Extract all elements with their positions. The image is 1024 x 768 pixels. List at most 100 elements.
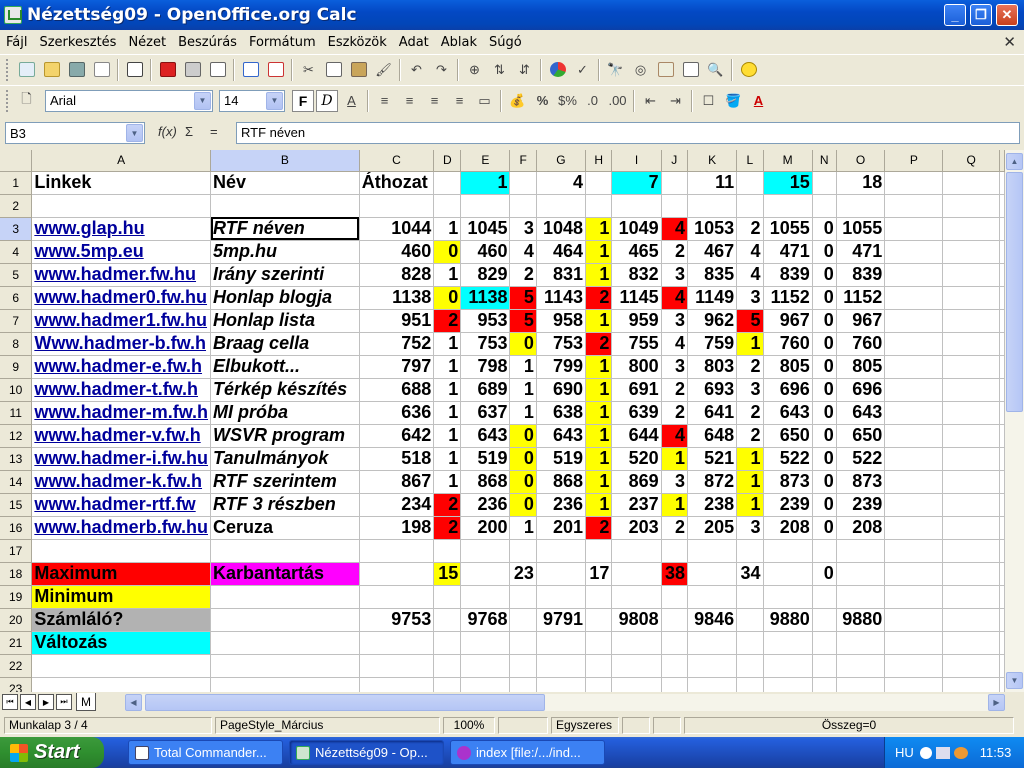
cell-O6[interactable]: 1152 [836, 286, 886, 310]
cell-P20[interactable] [884, 608, 944, 632]
column-header[interactable]: E [460, 150, 511, 172]
cell-I18[interactable] [611, 562, 662, 586]
decrease-indent-icon[interactable]: ⇤ [639, 89, 662, 112]
name-box[interactable]: B3 ▼ [5, 122, 145, 144]
cell-N12[interactable]: 0 [812, 424, 837, 448]
cell-E8[interactable]: 753 [460, 332, 511, 356]
cell-F4[interactable]: 4 [509, 240, 537, 264]
cell-G18[interactable] [536, 562, 587, 586]
increase-indent-icon[interactable]: ⇥ [664, 89, 687, 112]
cell-G9[interactable]: 799 [536, 355, 587, 379]
cell-I8[interactable]: 755 [611, 332, 662, 356]
cell-D4[interactable]: 0 [433, 240, 462, 264]
row-header[interactable]: 13 [0, 447, 33, 471]
column-header[interactable]: B [210, 150, 360, 172]
cell-P8[interactable] [884, 332, 944, 356]
cell-Q12[interactable] [942, 424, 1000, 448]
status-selection-mode[interactable]: Egyszeres [551, 716, 619, 734]
cell-A20[interactable]: Számláló? [31, 608, 212, 632]
cell-F22[interactable] [509, 654, 537, 678]
styles-icon[interactable]: 🗋 [15, 89, 38, 112]
cell-C11[interactable]: 636 [359, 401, 435, 425]
cell-F14[interactable]: 0 [509, 470, 537, 494]
cell-B23[interactable] [210, 677, 360, 692]
cell-A13[interactable]: www.hadmer-i.fw.hu [31, 447, 212, 471]
row-header[interactable]: 1 [0, 171, 33, 195]
cell-I20[interactable]: 9808 [611, 608, 662, 632]
cell-N15[interactable]: 0 [812, 493, 837, 517]
cell-D15[interactable]: 2 [433, 493, 462, 517]
toolbar-grip[interactable] [6, 89, 10, 112]
cell-H1[interactable] [585, 171, 613, 195]
cell-F2[interactable] [509, 194, 537, 218]
status-zoom[interactable]: 100% [443, 716, 495, 734]
cell-H19[interactable] [585, 585, 613, 609]
cell-I6[interactable]: 1145 [611, 286, 662, 310]
cell-I4[interactable]: 465 [611, 240, 662, 264]
cell-K5[interactable]: 835 [687, 263, 738, 287]
cell-D9[interactable]: 1 [433, 355, 462, 379]
cell-P23[interactable] [884, 677, 944, 692]
cell-K23[interactable] [687, 677, 738, 692]
cell-F18[interactable]: 23 [509, 562, 537, 586]
row-header[interactable]: 18 [0, 562, 33, 586]
cell-K19[interactable] [687, 585, 738, 609]
tray-app-icon[interactable] [953, 746, 968, 759]
cell-J9[interactable]: 3 [661, 355, 689, 379]
sheet-tab-active[interactable]: M [76, 693, 96, 711]
cell-E9[interactable]: 798 [460, 355, 511, 379]
italic-button[interactable]: D [316, 89, 338, 112]
cell-N7[interactable]: 0 [812, 309, 837, 333]
cell-E22[interactable] [460, 654, 511, 678]
scroll-left-icon[interactable]: ◀ [125, 694, 142, 711]
cell-O18[interactable] [836, 562, 886, 586]
cell-Q23[interactable] [942, 677, 1000, 692]
cell-G12[interactable]: 643 [536, 424, 587, 448]
cell-G3[interactable]: 1048 [536, 217, 587, 241]
cell-L16[interactable]: 3 [736, 516, 764, 540]
vertical-scrollbar[interactable]: ▲ ▼ [1005, 150, 1024, 692]
cell-Q10[interactable] [942, 378, 1000, 402]
column-header[interactable]: I [611, 150, 662, 172]
cell-G4[interactable]: 464 [536, 240, 587, 264]
cell-G10[interactable]: 690 [536, 378, 587, 402]
cell-B22[interactable] [210, 654, 360, 678]
cell-K7[interactable]: 962 [687, 309, 738, 333]
chevron-down-icon[interactable]: ▼ [194, 91, 211, 110]
cell-D21[interactable] [433, 631, 462, 655]
cell-O10[interactable]: 696 [836, 378, 886, 402]
cell-E6[interactable]: 1138 [460, 286, 511, 310]
cell-K21[interactable] [687, 631, 738, 655]
cell-E16[interactable]: 200 [460, 516, 511, 540]
cell-E20[interactable]: 9768 [460, 608, 511, 632]
cell-M23[interactable] [763, 677, 813, 692]
cell-A1[interactable]: Linkek [31, 171, 212, 195]
cell-C1[interactable]: Áthozat [359, 171, 435, 195]
cell-O8[interactable]: 760 [836, 332, 886, 356]
row-header[interactable]: 12 [0, 424, 33, 448]
cell-L1[interactable] [736, 171, 764, 195]
cell-N6[interactable]: 0 [812, 286, 837, 310]
formula-input[interactable]: RTF néven [236, 122, 1020, 144]
row-header[interactable]: 3 [0, 217, 33, 241]
cell-J22[interactable] [661, 654, 689, 678]
cell-P14[interactable] [884, 470, 944, 494]
cell-M12[interactable]: 650 [763, 424, 813, 448]
cell-M9[interactable]: 805 [763, 355, 813, 379]
cell-D11[interactable]: 1 [433, 401, 462, 425]
cell-B7[interactable]: Honlap lista [210, 309, 360, 333]
cell-Q6[interactable] [942, 286, 1000, 310]
cell-G1[interactable]: 4 [536, 171, 587, 195]
redo-icon[interactable]: ↷ [430, 58, 453, 81]
horizontal-scroll-thumb[interactable] [145, 694, 545, 711]
cell-Q4[interactable] [942, 240, 1000, 264]
align-left-icon[interactable]: ≡ [373, 89, 396, 112]
column-header[interactable]: Q [942, 150, 1000, 172]
tray-network-icon[interactable] [935, 746, 950, 759]
cell-J20[interactable] [661, 608, 689, 632]
scroll-up-icon[interactable]: ▲ [1006, 153, 1023, 170]
column-header[interactable]: C [359, 150, 435, 172]
cell-L23[interactable] [736, 677, 764, 692]
cell-Q19[interactable] [942, 585, 1000, 609]
start-button[interactable]: Start [0, 737, 104, 768]
